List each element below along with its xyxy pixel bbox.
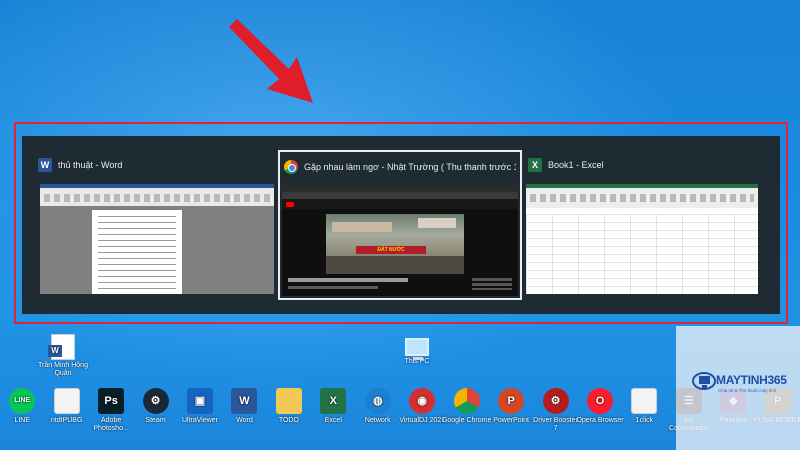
desktop-shortcut-excel[interactable]: X Excel <box>308 388 358 425</box>
excel-ribbon <box>526 184 758 208</box>
photoshop-icon: Ps <box>98 388 125 414</box>
video-info-line-2 <box>288 286 378 289</box>
switcher-window-excel[interactable]: X Book1 - Excel <box>524 150 776 300</box>
folder-icon <box>275 388 302 414</box>
desktop-icon-label: Trần Minh Hồng Quân <box>38 362 88 377</box>
desktop-shortcut-photoshop[interactable]: Ps Adobe Photosho... <box>86 388 136 433</box>
window-title-word: W thủ thuật - Word <box>38 156 270 174</box>
opera-icon: O <box>587 388 613 414</box>
desktop-shortcut-label: Excel <box>324 417 342 424</box>
video-player: ĐẤT NƯỚC <box>326 214 464 274</box>
ultraviewer-icon: ▣ <box>187 388 213 414</box>
desktop-shortcut-file[interactable]: 1click <box>619 388 669 425</box>
desktop-shortcut-label: VirtualDJ 2021 <box>399 417 446 424</box>
word-icon: W <box>231 388 258 414</box>
desktop-shortcut-label: Opera Browser <box>576 417 624 424</box>
chrome-icon <box>453 388 480 414</box>
video-shop-sign <box>332 222 392 232</box>
desktop-shortcut-folder[interactable]: TODO <box>264 388 314 425</box>
driver-booster-icon: ⚙ <box>542 388 569 414</box>
desktop-shortcut-chrome[interactable]: Google Chrome <box>442 388 492 425</box>
desktop-shortcut-label: LINE <box>14 417 31 424</box>
window-title-text: Book1 - Excel <box>548 160 604 170</box>
video-caption: ĐẤT NƯỚC <box>356 246 426 254</box>
switcher-window-chrome[interactable]: Gặp nhau làm ngơ - Nhật Trường ( Thu tha… <box>278 150 522 300</box>
desktop-icon-word-doc[interactable]: W Trần Minh Hồng Quân <box>36 334 90 378</box>
chrome-icon <box>284 160 298 174</box>
word-document-page <box>92 210 182 294</box>
window-title-text: thủ thuật - Word <box>58 160 123 170</box>
window-thumbnail-excel <box>526 184 758 294</box>
browser-address-bar <box>282 192 518 199</box>
desktop-shortcut-label: PowerPoint <box>493 417 529 424</box>
desktop-shortcut-label: 1click <box>635 417 654 424</box>
desktop-shortcut-line[interactable]: LINE LINE <box>0 388 47 425</box>
desktop-shortcut-label: Steam <box>145 417 166 424</box>
desktop-icon-this-pc[interactable]: This PC <box>390 334 444 366</box>
desktop-shortcut-opera[interactable]: O Opera Browser <box>575 388 625 425</box>
desktop-shortcut-label: Word <box>236 417 253 424</box>
desktop-shortcut-label: UltraViewer <box>181 417 219 424</box>
window-thumbnail-word <box>40 184 274 294</box>
desktop-shortcut-label: ntdtPUBG <box>50 417 83 424</box>
file-icon <box>53 388 80 414</box>
maytinh365-logo-icon <box>692 372 716 390</box>
excel-grid <box>526 214 758 294</box>
word-icon: W <box>38 158 52 172</box>
desktop-shortcut-label: Google Chrome <box>441 417 492 424</box>
word-doc-icon: W <box>48 334 75 360</box>
youtube-header <box>282 199 518 209</box>
virtualdj-icon: ◉ <box>409 388 436 414</box>
youtube-logo-icon <box>286 201 294 207</box>
desktop-shortcut-virtualdj[interactable]: ◉ VirtualDJ 2021 <box>397 388 447 425</box>
watermark-card: MAYTINH365 Chia sẻ & Thủ thuật máy tính <box>676 326 800 450</box>
desktop-shortcut-label: Driver Booster 7 <box>533 417 578 432</box>
task-switcher: W thủ thuật - Word Gặp nhau làm ngơ - Nh… <box>22 136 780 314</box>
desktop-shortcut-label: Adobe Photosho... <box>93 417 129 432</box>
excel-icon: X <box>320 388 347 414</box>
network-icon: ◍ <box>364 388 391 414</box>
switcher-window-word[interactable]: W thủ thuật - Word <box>22 150 274 300</box>
window-title-chrome: Gặp nhau làm ngơ - Nhật Trường ( Thu tha… <box>284 158 516 176</box>
desktop-shortcut-steam[interactable]: ⚙ Steam <box>131 388 181 425</box>
word-ribbon <box>40 184 274 206</box>
excel-icon: X <box>528 158 542 172</box>
line-icon: LINE <box>9 388 36 414</box>
desktop-shortcut-word[interactable]: W Word <box>219 388 269 425</box>
desktop-shortcut-label: Network <box>364 417 391 424</box>
desktop-shortcut-ultraviewer[interactable]: ▣ UltraViewer <box>175 388 225 425</box>
this-pc-icon <box>405 338 429 360</box>
desktop-shortcut-label: TODO <box>278 417 299 424</box>
desktop-shortcut-network[interactable]: ◍ Network <box>353 388 403 425</box>
window-thumbnail-chrome: ĐẤT NƯỚC <box>282 186 518 296</box>
watermark-name: MAYTINH365 <box>716 373 787 387</box>
red-arrow-annotation <box>229 19 313 103</box>
video-shop-sign-2 <box>418 218 456 228</box>
window-title-excel: X Book1 - Excel <box>528 156 772 174</box>
powerpoint-icon: P <box>498 388 525 414</box>
steam-icon: ⚙ <box>142 388 169 414</box>
watermark-tagline: Chia sẻ & Thủ thuật máy tính <box>718 388 777 393</box>
video-info-line <box>288 278 408 282</box>
video-sidebar <box>472 278 512 290</box>
file-icon <box>631 388 658 414</box>
desktop-shortcut-powerpoint[interactable]: P PowerPoint <box>486 388 536 425</box>
video-street <box>326 256 464 274</box>
desktop-shortcut-driver-booster[interactable]: ⚙ Driver Booster 7 <box>531 388 581 433</box>
window-title-text: Gặp nhau làm ngơ - Nhật Trường ( Thu tha… <box>304 162 516 172</box>
desktop-shortcut-file[interactable]: ntdtPUBG <box>42 388 92 425</box>
